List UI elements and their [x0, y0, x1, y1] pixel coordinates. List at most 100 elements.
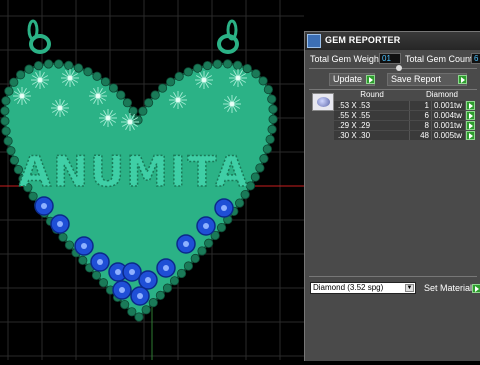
bead: [223, 59, 233, 69]
pendant-name-text: ANUMITA: [18, 147, 249, 196]
bead: [0, 106, 10, 116]
bead: [100, 77, 111, 87]
divider: [309, 68, 477, 69]
gem-size: .53 X .53: [334, 101, 410, 110]
bead: [78, 255, 88, 265]
sapphire-highlight: [41, 203, 47, 209]
bead: [150, 90, 160, 100]
divider: [309, 276, 477, 277]
bead: [4, 86, 14, 96]
bead: [1, 96, 11, 106]
sapphire-highlight: [81, 243, 87, 249]
bead: [9, 77, 19, 87]
material-bar: Diamond (3.52 spg) ▼ Set Material: [310, 282, 480, 296]
bead: [9, 155, 19, 165]
save-report-go-icon[interactable]: [458, 75, 467, 84]
pendant-scene[interactable]: ANUMITA: [0, 0, 304, 360]
bead: [83, 67, 93, 77]
bead: [162, 283, 173, 293]
total-gem-weight-value: 01: [379, 53, 401, 64]
gem-weight: 0.004tw: [432, 111, 466, 120]
bead: [138, 106, 148, 116]
bead: [267, 124, 277, 134]
bead: [92, 71, 102, 81]
bead: [183, 261, 194, 271]
sapphire-highlight: [97, 259, 103, 265]
panel-titlebar[interactable]: GEM REPORTER: [305, 32, 480, 50]
bead: [148, 298, 158, 308]
bead: [141, 305, 151, 315]
bead: [108, 83, 119, 93]
sapphire-highlight: [145, 277, 151, 283]
bead: [169, 276, 180, 286]
gem-reporter-panel: GEM REPORTER Total Gem Weight 01 Total G…: [304, 31, 480, 361]
sapphire-highlight: [183, 241, 189, 247]
bead: [54, 59, 64, 69]
flower-center: [105, 115, 111, 121]
gem-count: 1: [410, 101, 432, 110]
table-row[interactable]: .30 X .30 48 0.005tw: [334, 131, 475, 140]
bead: [204, 238, 214, 248]
collapse-handle-icon[interactable]: [396, 65, 402, 71]
bead: [265, 134, 275, 144]
table-row[interactable]: .53 X .53 1 0.001tw: [334, 101, 475, 110]
save-report-button[interactable]: Save Report: [387, 73, 467, 86]
bead: [242, 63, 252, 74]
bead: [202, 60, 213, 71]
bead: [122, 98, 133, 108]
total-gem-count-value: 6: [471, 53, 480, 64]
bead: [268, 114, 278, 124]
bead: [251, 69, 261, 79]
flower-center: [67, 75, 73, 81]
bead: [64, 240, 75, 250]
bead: [24, 64, 34, 74]
bead: [259, 154, 269, 164]
bead: [263, 84, 274, 95]
sapphire-highlight: [129, 269, 135, 275]
bead: [127, 307, 137, 317]
panel-title: GEM REPORTER: [325, 35, 401, 45]
bead: [176, 268, 187, 279]
gem-count: 8: [410, 121, 432, 130]
bead: [91, 270, 102, 280]
bead: [98, 278, 109, 288]
select-row-icon[interactable]: [466, 111, 475, 120]
bead: [183, 67, 193, 77]
sapphire-highlight: [57, 221, 63, 227]
sapphire-highlight: [203, 223, 209, 229]
round-diamond-icon[interactable]: [312, 93, 334, 111]
bead: [267, 94, 277, 104]
select-row-icon[interactable]: [466, 131, 475, 140]
bead: [134, 312, 144, 322]
bail-left: [27, 19, 51, 54]
update-go-icon[interactable]: [366, 75, 375, 84]
sapphire-highlight: [221, 205, 227, 211]
bead: [43, 59, 54, 69]
bead: [120, 299, 130, 310]
set-material-go-icon[interactable]: [472, 284, 480, 293]
select-row-icon[interactable]: [466, 121, 475, 130]
gem-count: 48: [410, 131, 432, 140]
gem-size: .30 X .30: [334, 131, 410, 140]
bead: [1, 126, 11, 136]
flower-center: [127, 119, 133, 125]
total-gem-weight-label: Total Gem Weight: [310, 54, 382, 64]
select-row-icon[interactable]: [466, 101, 475, 110]
chevron-down-icon[interactable]: ▼: [405, 284, 414, 292]
gem-weight: 0.005tw: [432, 131, 466, 140]
table-row[interactable]: .55 X .55 6 0.004tw: [334, 111, 475, 120]
flower-center: [57, 105, 63, 111]
material-select[interactable]: Diamond (3.52 spg) ▼: [310, 282, 416, 294]
bead: [133, 115, 143, 125]
table-row[interactable]: .29 X .29 8 0.001tw: [334, 121, 475, 130]
bead: [268, 104, 278, 114]
bead: [235, 198, 245, 208]
flower-center: [19, 93, 25, 99]
bead: [6, 146, 16, 156]
bead: [116, 90, 126, 100]
bead: [216, 222, 227, 233]
sapphire-highlight: [119, 287, 125, 293]
flower-center: [95, 93, 101, 99]
bead: [212, 59, 223, 69]
set-material-button[interactable]: Set Material: [424, 283, 472, 293]
